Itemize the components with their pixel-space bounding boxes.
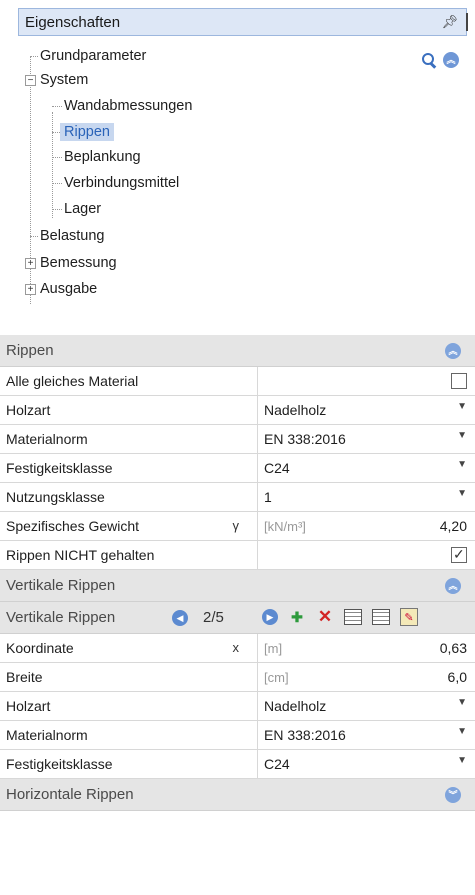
pin-icon[interactable]: 📌︎ — [441, 14, 458, 30]
rippen-nicht-gehalten-checkbox[interactable] — [451, 546, 467, 563]
dropdown-arrow-icon[interactable]: ▼ — [457, 459, 467, 470]
delete-item-icon[interactable]: ✕ — [316, 608, 334, 626]
property-row: Koordinate x [m] 0,63 — [0, 634, 475, 663]
property-row: Nutzungsklasse 1 ▼ — [0, 483, 475, 512]
holzart-select[interactable]: Nadelholz ▼ — [258, 692, 475, 720]
tree-item-grundparameter[interactable]: Grundparameter — [40, 45, 146, 67]
table-append-icon[interactable] — [372, 609, 390, 625]
property-label: Breite — [0, 663, 258, 691]
dropdown-arrow-icon[interactable]: ▼ — [457, 755, 467, 766]
property-row: Breite [cm] 6,0 — [0, 663, 475, 692]
tree-item-wandabmessungen[interactable]: Wandabmessungen — [64, 95, 192, 117]
holzart-select[interactable]: Nadelholz ▼ — [258, 396, 475, 424]
breite-input[interactable]: [cm] 6,0 — [258, 663, 475, 691]
panel-title-bar: Eigenschaften 📌︎ — [18, 8, 470, 36]
unit-label: [m] — [264, 640, 283, 656]
property-row: Materialnorm EN 338:2016 ▼ — [0, 721, 475, 750]
expand-down-icon[interactable]: ︾ — [445, 787, 461, 803]
collapse-toggle-system[interactable]: − — [25, 75, 36, 86]
property-row: Spezifisches Gewicht γ [kN/m³] 4,20 — [0, 512, 475, 541]
property-row: Festigkeitsklasse C24 ▼ — [0, 454, 475, 483]
item-counter: 2/5 — [203, 609, 224, 626]
property-row: Alle gleiches Material — [0, 367, 475, 396]
panel-title: Eigenschaften — [25, 13, 121, 31]
property-label: Koordinate — [6, 640, 74, 656]
navigator-label: Vertikale Rippen — [6, 609, 116, 626]
property-label: Materialnorm — [0, 425, 258, 453]
property-label: Spezifisches Gewicht — [6, 518, 140, 534]
property-row: Festigkeitsklasse C24 ▼ — [0, 750, 475, 779]
add-item-icon[interactable]: ✚ — [288, 608, 306, 626]
navigator-toolbar: ▶ ✚ ✕ ✎ — [262, 608, 418, 626]
property-label: Alle gleiches Material — [0, 367, 258, 395]
section-header-rippen[interactable]: Rippen ︽ — [0, 335, 475, 367]
property-row: Materialnorm EN 338:2016 ▼ — [0, 425, 475, 454]
dropdown-arrow-icon[interactable]: ▼ — [457, 488, 467, 499]
tree-item-rippen[interactable]: Rippen — [60, 121, 114, 143]
next-item-icon[interactable]: ▶ — [262, 609, 278, 625]
tree-item-lager[interactable]: Lager — [64, 198, 101, 220]
expand-toggle-bemessung[interactable]: + — [25, 258, 36, 269]
property-label: Holzart — [0, 396, 258, 424]
collapse-up-icon[interactable]: ︽ — [445, 343, 461, 359]
property-label: Rippen NICHT gehalten — [0, 541, 258, 569]
property-label: Festigkeitsklasse — [0, 750, 258, 778]
spezifisches-gewicht-input[interactable]: [kN/m³] 4,20 — [258, 512, 475, 540]
table-insert-icon[interactable] — [344, 609, 362, 625]
property-row: Rippen NICHT gehalten — [0, 541, 475, 570]
property-row: Holzart Nadelholz ▼ — [0, 692, 475, 721]
property-label: Materialnorm — [0, 721, 258, 749]
previous-item-icon[interactable]: ◀ — [172, 610, 188, 626]
property-symbol: γ — [232, 518, 240, 533]
unit-label: [kN/m³] — [264, 518, 306, 534]
tree-item-beplankung[interactable]: Beplankung — [64, 146, 141, 168]
nutzungsklasse-select[interactable]: 1 ▼ — [258, 483, 475, 511]
property-label: Festigkeitsklasse — [0, 454, 258, 482]
materialnorm-select[interactable]: EN 338:2016 ▼ — [258, 425, 475, 453]
property-label: Nutzungsklasse — [0, 483, 258, 511]
search-icon[interactable] — [421, 52, 437, 68]
property-value: 4,20 — [439, 518, 467, 534]
expand-toggle-ausgabe[interactable]: + — [25, 284, 36, 295]
vertikale-rippen-navigator: Vertikale Rippen ◀ 2/5 ▶ ✚ ✕ ✎ — [0, 602, 475, 634]
tree-item-verbindungsmittel[interactable]: Verbindungsmittel — [64, 172, 179, 194]
property-grid: Rippen ︽ Alle gleiches Material Holzart … — [0, 335, 475, 811]
section-header-vertikale-rippen[interactable]: Vertikale Rippen ︽ — [0, 570, 475, 602]
tree-item-ausgabe[interactable]: Ausgabe — [40, 278, 97, 300]
section-header-horizontale-rippen[interactable]: Horizontale Rippen ︾ — [0, 779, 475, 811]
property-label: Holzart — [0, 692, 258, 720]
tree-item-belastung[interactable]: Belastung — [40, 225, 105, 247]
edit-icon[interactable]: ✎ — [400, 608, 418, 626]
festigkeitsklasse-select[interactable]: C24 ▼ — [258, 454, 475, 482]
dropdown-arrow-icon[interactable]: ▼ — [457, 401, 467, 412]
tree-item-system[interactable]: System — [40, 69, 88, 91]
collapse-up-icon[interactable]: ︽ — [445, 578, 461, 594]
property-symbol: x — [232, 640, 240, 655]
festigkeitsklasse-select[interactable]: C24 ▼ — [258, 750, 475, 778]
dropdown-arrow-icon[interactable]: ▼ — [457, 726, 467, 737]
dropdown-arrow-icon[interactable]: ▼ — [457, 697, 467, 708]
property-value: 0,63 — [439, 640, 467, 656]
property-row: Holzart Nadelholz ▼ — [0, 396, 475, 425]
navigation-tree: Grundparameter − System Wandabmessungen … — [0, 40, 475, 310]
dropdown-arrow-icon[interactable]: ▼ — [457, 430, 467, 441]
koordinate-input[interactable]: [m] 0,63 — [258, 634, 475, 662]
property-value: 6,0 — [447, 669, 467, 685]
collapse-up-icon[interactable]: ︽ — [443, 52, 459, 68]
tree-item-bemessung[interactable]: Bemessung — [40, 252, 117, 274]
unit-label: [cm] — [264, 669, 289, 685]
tree-toolbar: ︽ — [421, 52, 459, 68]
alle-gleiches-material-checkbox[interactable] — [451, 373, 467, 389]
panel-edge — [466, 13, 470, 31]
materialnorm-select[interactable]: EN 338:2016 ▼ — [258, 721, 475, 749]
